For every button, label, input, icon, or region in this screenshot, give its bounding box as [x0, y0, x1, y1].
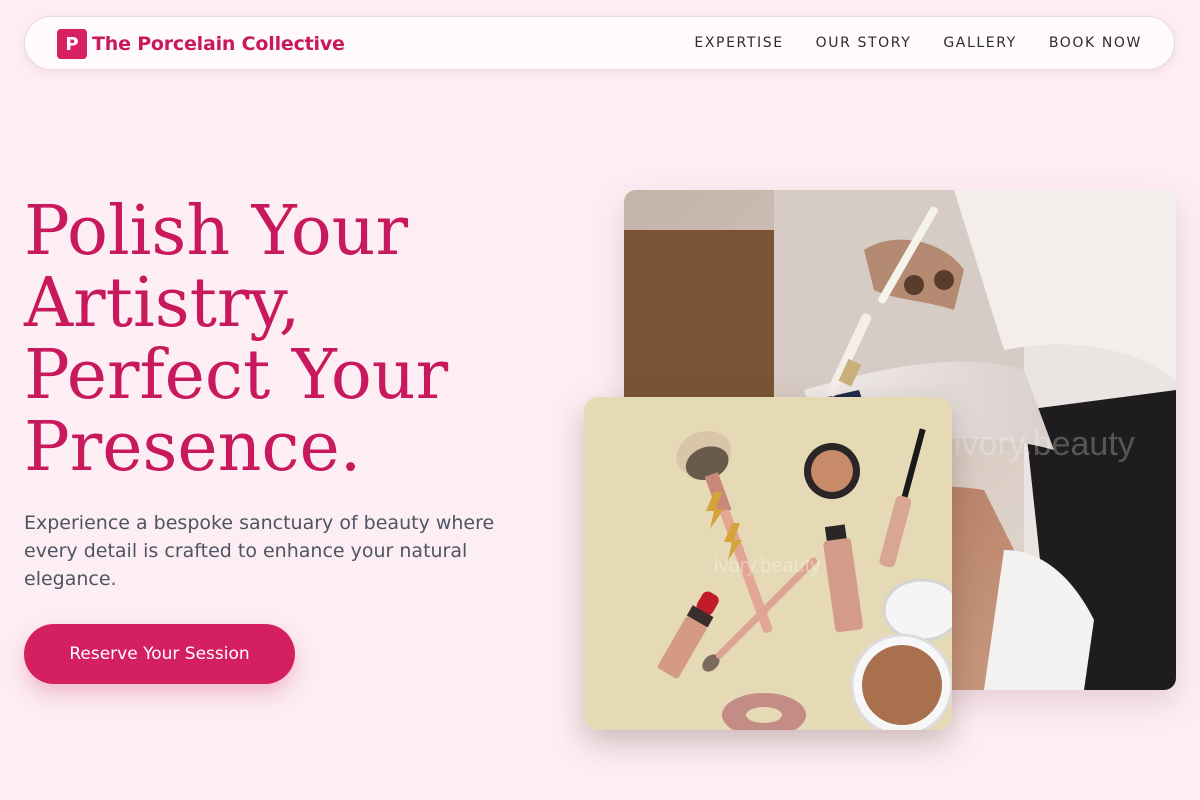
hero-title-line-4: Presence. [24, 408, 362, 487]
hero-title-line-1: Polish Your [24, 192, 408, 271]
nav-link-book-now[interactable]: BOOK NOW [1049, 35, 1142, 51]
hero-title: Polish Your Artistry, Perfect Your Prese… [24, 196, 584, 484]
main-photo-watermark: ivory.beauty [954, 425, 1135, 463]
flatlay-watermark: ivory.beauty [714, 555, 820, 577]
makeup-flatlay-photo: ivory.beauty [584, 397, 952, 730]
brand-name: The Porcelain Collective [92, 33, 345, 55]
nav-link-our-story[interactable]: OUR STORY [816, 35, 912, 51]
nav-link-expertise[interactable]: EXPERTISE [694, 35, 783, 51]
eyeshadow-pot-icon [804, 443, 860, 499]
hero-title-line-2: Artistry, [24, 264, 301, 343]
brand-logo-link[interactable]: P The Porcelain Collective [57, 28, 345, 60]
reserve-session-button[interactable]: Reserve Your Session [24, 624, 295, 684]
top-navigation-bar: P The Porcelain Collective EXPERTISE OUR… [24, 16, 1175, 70]
nav-links: EXPERTISE OUR STORY GALLERY BOOK NOW [694, 17, 1142, 69]
letter-p-logo-icon: P [57, 29, 87, 59]
nav-link-gallery[interactable]: GALLERY [943, 35, 1016, 51]
hero-title-line-3: Perfect Your [24, 336, 449, 415]
hero-description: Experience a bespoke sanctuary of beauty… [24, 512, 495, 590]
makeup-flatlay-illustration: ivory.beauty [584, 397, 952, 730]
